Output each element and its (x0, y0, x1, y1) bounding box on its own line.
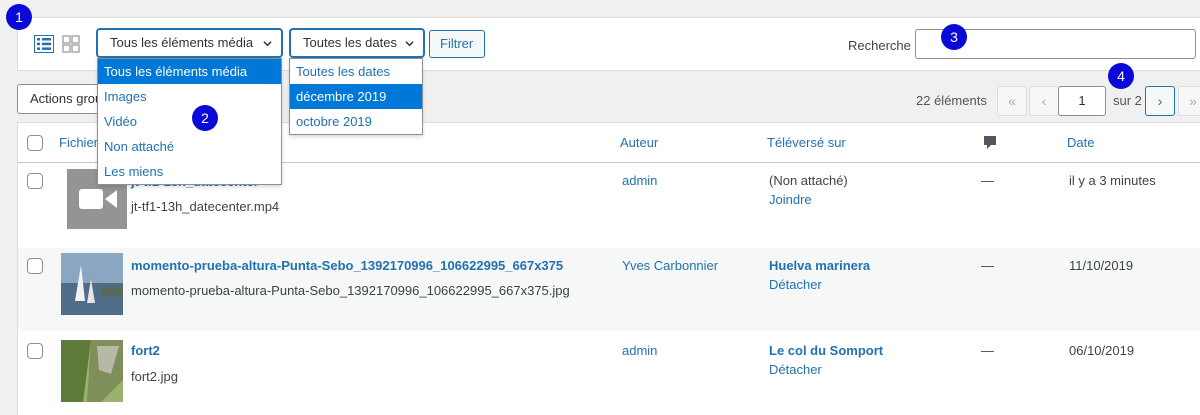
detach-link[interactable]: Détacher (769, 362, 822, 377)
attached-to-link[interactable]: Huelva marinera (769, 258, 870, 273)
option-images[interactable]: Images (98, 84, 281, 109)
author-link[interactable]: admin (622, 173, 657, 188)
attached-to-text: (Non attaché) (769, 173, 848, 188)
media-title-link[interactable]: momento-prueba-altura-Punta-Sebo_1392170… (131, 258, 563, 273)
total-pages: sur 2 (1113, 93, 1142, 108)
row-checkbox[interactable] (27, 173, 43, 189)
column-date[interactable]: Date (1067, 135, 1094, 150)
detach-link[interactable]: Détacher (769, 277, 822, 292)
media-type-dropdown: Tous les éléments média Images Vidéo Non… (97, 58, 282, 185)
column-author[interactable]: Auteur (620, 135, 658, 150)
date-dropdown: Toutes les dates décembre 2019 octobre 2… (289, 58, 423, 135)
prev-page-button: ‹ (1029, 86, 1059, 116)
attach-link[interactable]: Joindre (769, 192, 812, 207)
option-mine[interactable]: Les miens (98, 159, 281, 184)
media-type-select[interactable]: Tous les éléments média (97, 29, 282, 57)
comments-count: — (981, 258, 994, 273)
column-uploaded-to[interactable]: Téléversé sur (767, 135, 846, 150)
option-unattached[interactable]: Non attaché (98, 134, 281, 159)
filter-button[interactable]: Filtrer (429, 30, 485, 58)
annotation-badge-4: 4 (1108, 63, 1134, 89)
date-select[interactable]: Toutes les dates (290, 29, 424, 57)
chevron-down-icon (263, 41, 272, 47)
option-video[interactable]: Vidéo (98, 109, 281, 134)
media-filename: momento-prueba-altura-Punta-Sebo_1392170… (131, 283, 570, 298)
media-filename: jt-tf1-13h_datecenter.mp4 (131, 199, 280, 214)
upload-date: 11/10/2019 (1069, 258, 1134, 273)
media-type-select-value: Tous les éléments média (110, 35, 254, 50)
thumbnail-image[interactable] (61, 253, 123, 315)
option-december-2019[interactable]: décembre 2019 (290, 84, 422, 109)
row-checkbox[interactable] (27, 258, 43, 274)
first-page-button: « (997, 86, 1027, 116)
comment-bubble-icon (984, 136, 996, 149)
list-view-icon[interactable] (34, 35, 54, 53)
author-link[interactable]: admin (622, 343, 657, 358)
last-page-button: » (1178, 86, 1200, 116)
table-row: momento-prueba-altura-Punta-Sebo_1392170… (18, 248, 1200, 331)
annotation-badge-3: 3 (941, 24, 967, 50)
comments-count: — (981, 173, 994, 188)
date-select-value: Toutes les dates (303, 35, 397, 50)
current-page-input[interactable]: 1 (1058, 86, 1106, 116)
attached-to-link[interactable]: Le col du Somport (769, 343, 883, 358)
comments-count: — (981, 343, 994, 358)
upload-date: il y a 3 minutes (1069, 173, 1156, 188)
row-checkbox[interactable] (27, 343, 43, 359)
option-all-media[interactable]: Tous les éléments média (98, 59, 281, 84)
thumbnail-image[interactable] (61, 340, 123, 402)
items-count: 22 éléments (916, 93, 987, 108)
author-link[interactable]: Yves Carbonnier (622, 258, 718, 273)
grid-view-icon[interactable] (62, 35, 80, 53)
search-label: Recherche (848, 38, 911, 53)
media-filename: fort2.jpg (131, 369, 178, 384)
next-page-button[interactable]: › (1145, 86, 1175, 116)
select-all-checkbox[interactable] (27, 135, 43, 151)
annotation-badge-1: 1 (6, 4, 32, 30)
media-title-link[interactable]: fort2 (131, 343, 160, 358)
table-row: fort2 fort2.jpg admin Le col du Somport … (18, 331, 1200, 415)
option-october-2019[interactable]: octobre 2019 (290, 109, 422, 134)
annotation-badge-2: 2 (192, 105, 218, 131)
option-all-dates[interactable]: Toutes les dates (290, 59, 422, 84)
chevron-down-icon (405, 41, 414, 47)
upload-date: 06/10/2019 (1069, 343, 1135, 358)
column-file[interactable]: Fichier (59, 135, 98, 150)
